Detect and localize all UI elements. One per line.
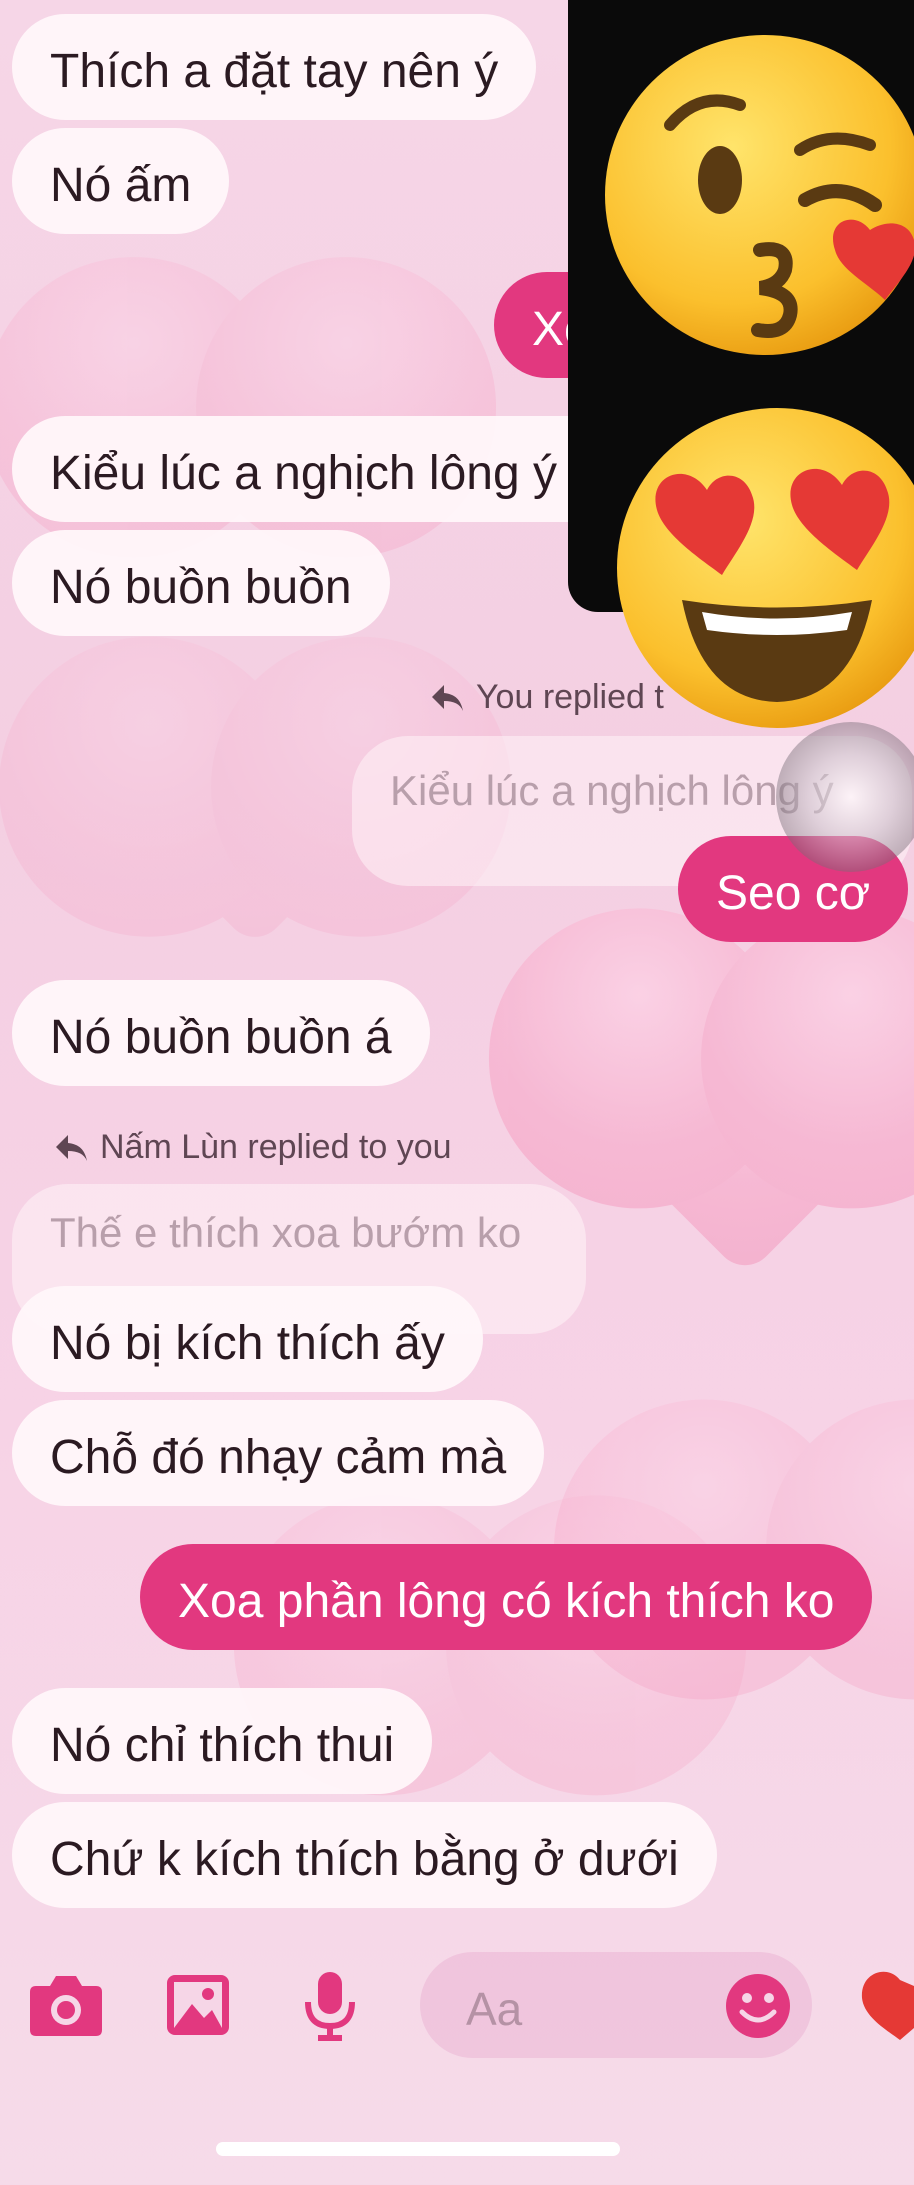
message-received[interactable]: Nó buồn buồn á <box>12 980 430 1086</box>
heart-eyes-emoji <box>617 408 914 728</box>
background-heart <box>753 1443 867 1557</box>
assistive-touch-button[interactable] <box>776 722 914 872</box>
message-received[interactable]: Nó buồn buồn <box>12 530 390 636</box>
message-received[interactable]: Chỗ đó nhạy cảm mà <box>12 1400 545 1506</box>
microphone-icon[interactable] <box>302 1970 358 2047</box>
reply-label: Nấm Lùn replied to you <box>54 1128 452 1167</box>
heart-icon[interactable] <box>860 1970 914 2045</box>
reply-arrow-icon <box>56 1134 87 1161</box>
camera-icon[interactable] <box>28 1972 104 2043</box>
background-heart <box>120 680 390 950</box>
background-heart <box>582 952 908 1278</box>
emoji-icon[interactable] <box>724 1972 792 2045</box>
reply-label-text: Nấm Lùn replied to you <box>100 1128 452 1166</box>
message-received[interactable]: Nó bị kích thích ấy <box>12 1286 483 1392</box>
home-indicator <box>216 2142 620 2156</box>
message-received[interactable]: Chứ k kích thích bằng ở dưới <box>12 1802 717 1908</box>
reply-arrow-icon <box>432 684 463 711</box>
message-input[interactable]: Aa <box>420 1952 812 2058</box>
message-composer: Aa <box>0 1930 914 2080</box>
message-received[interactable]: Thích a đặt tay nên ý <box>12 14 537 120</box>
kissing-face-wink-emoji <box>605 35 914 355</box>
message-received[interactable]: Kiểu lúc a nghịch lông ý <box>12 416 652 522</box>
message-received[interactable]: Nó ấm <box>12 128 230 234</box>
message-sent[interactable]: Xoa phần lông có kích thích ko <box>140 1544 873 1650</box>
image-icon[interactable] <box>164 1972 232 2043</box>
message-input-placeholder: Aa <box>466 1983 523 2035</box>
message-received[interactable]: Nó chỉ thích thui <box>12 1688 433 1794</box>
